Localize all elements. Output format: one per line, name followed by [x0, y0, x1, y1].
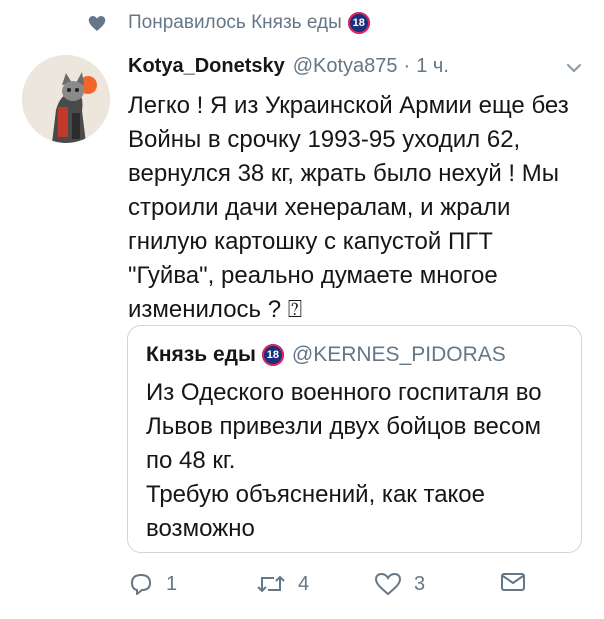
action-bar: 1 4 3 [128, 571, 528, 605]
tweet-header: Kotya_Donetsky @Kotya875 · 1 ч. [128, 55, 588, 83]
social-context-text[interactable]: Понравилось Князь еды [128, 12, 342, 34]
envelope-icon [501, 573, 525, 591]
age-18-badge-icon: 18 [347, 12, 370, 34]
tweet-text: Легко ! Я из Украинской Армии еще без Во… [128, 92, 576, 323]
social-context: Понравилось Князь еды 18 [88, 12, 370, 34]
reply-count: 1 [166, 572, 178, 595]
avatar[interactable] [22, 55, 110, 143]
heart-outline-icon [374, 572, 402, 596]
quoted-author-handle: @KERNES_PIDORAS [291, 343, 506, 366]
retweet-count: 4 [298, 572, 310, 595]
quoted-tweet[interactable]: Князь еды 18 @KERNES_PIDORAS Из Одеского… [127, 325, 582, 553]
timestamp[interactable]: 1 ч. [416, 55, 449, 78]
age-18-badge-icon: 18 [261, 344, 284, 366]
separator-dot: · [403, 55, 411, 77]
retweet-button[interactable]: 4 [256, 571, 309, 597]
reply-icon [131, 574, 151, 595]
author-name[interactable]: Kotya_Donetsky [128, 55, 285, 78]
reply-button[interactable]: 1 [128, 571, 177, 597]
quoted-tweet-text: Из Одеского военного госпиталя во Львов … [146, 379, 542, 542]
chevron-down-icon[interactable] [565, 59, 583, 77]
tweet[interactable]: Kotya_Donetsky @Kotya875 · 1 ч. Легко ! … [128, 55, 588, 327]
like-count: 3 [414, 572, 426, 595]
cat-avatar-icon [22, 55, 110, 143]
direct-message-button[interactable] [500, 571, 526, 593]
quoted-author-name: Князь еды [146, 343, 256, 366]
heart-icon [88, 15, 106, 32]
author-handle[interactable]: @Kotya875 [293, 55, 398, 78]
like-button[interactable]: 3 [374, 571, 425, 597]
retweet-icon [257, 575, 285, 593]
quoted-tweet-header: Князь еды 18 @KERNES_PIDORAS [146, 340, 563, 370]
